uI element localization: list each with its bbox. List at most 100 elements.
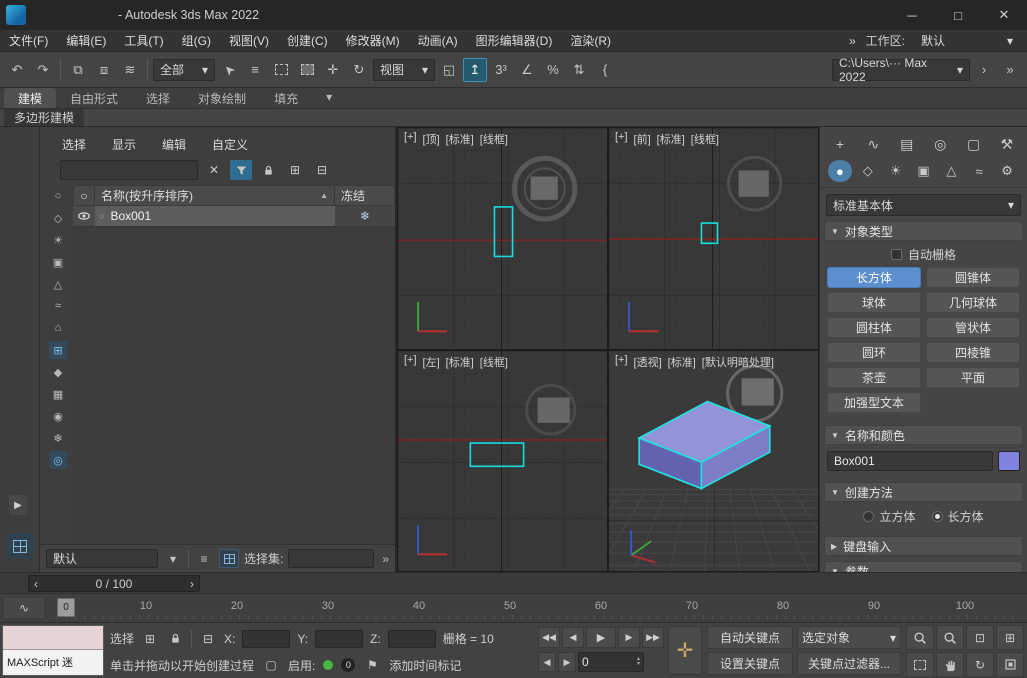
menu-overflow-icon[interactable]: » [849, 34, 856, 48]
reference-coordinate-dropdown[interactable]: 视图 ▾ [373, 59, 435, 81]
viewport-menu-renderer[interactable]: [标准] [446, 131, 474, 147]
key-filters-button[interactable]: 关键点过滤器... [797, 652, 901, 675]
explorer-menu-display[interactable]: 显示 [112, 136, 136, 153]
filter-lights-icon[interactable]: ☀ [49, 231, 67, 249]
rollout-keyboard-entry[interactable]: ▶ 键盘输入 [824, 536, 1023, 556]
menu-edit[interactable]: 编辑(E) [57, 30, 115, 52]
window-crossing-toggle[interactable] [295, 58, 319, 82]
viewport-front-canvas[interactable] [609, 128, 818, 349]
torus-button[interactable]: 圆环 [827, 342, 921, 363]
sphere-button[interactable]: 球体 [827, 292, 921, 313]
filter-groups-icon[interactable]: ⌂ [49, 319, 67, 337]
filter-bones-icon[interactable]: ◆ [49, 363, 67, 381]
viewport-left-canvas[interactable] [398, 351, 607, 572]
maxscript-mini-listener[interactable]: MAXScript 迷 [2, 625, 104, 676]
current-frame-field[interactable]: 0 ▴ ▾ [578, 652, 644, 672]
zoom-all-button[interactable] [936, 625, 964, 650]
z-coordinate-field[interactable] [388, 630, 436, 648]
menu-file[interactable]: 文件(F) [0, 30, 57, 52]
orbit-button[interactable]: ↻ [966, 652, 994, 677]
viewport-perspective[interactable]: [+] [透视] [标准] [默认明暗处理] [609, 351, 818, 572]
go-to-end-button[interactable]: ▶▶ [642, 627, 664, 648]
shapes-category-icon[interactable]: ◇ [856, 160, 880, 182]
layer-manager-icon[interactable]: ≡ [194, 549, 214, 568]
tube-button[interactable]: 管状体 [926, 317, 1020, 338]
menu-animation[interactable]: 动画(A) [409, 30, 467, 52]
snap-toggle-3d-button[interactable]: 3³ [489, 58, 513, 82]
range-prev-icon[interactable]: ‹ [34, 577, 38, 591]
percent-snap-button[interactable]: % [541, 58, 565, 82]
pick-parent-icon[interactable]: ⊞ [284, 160, 306, 180]
key-mode-toggle-button[interactable]: ✛ [668, 626, 702, 675]
ribbon-tab-freeform[interactable]: 自由形式 [56, 88, 132, 108]
frame-range-field[interactable]: ‹ 0 / 100 › [28, 575, 200, 592]
next-frame-button[interactable]: ▶ [618, 627, 640, 648]
pyramid-button[interactable]: 四棱锥 [926, 342, 1020, 363]
add-time-tag[interactable]: 添加时间标记 [389, 657, 461, 674]
menu-create[interactable]: 创建(C) [278, 30, 337, 52]
zoom-button[interactable] [906, 625, 934, 650]
filter-materials-icon[interactable]: ◉ [49, 407, 67, 425]
previous-key-button[interactable]: ◀ [538, 652, 556, 672]
filter-shapes-icon[interactable]: ◇ [49, 209, 67, 227]
rollout-creation-method[interactable]: ▼ 创建方法 [824, 482, 1023, 502]
toggle-hidden-icon[interactable]: ◎ [49, 451, 67, 469]
object-color-swatch[interactable] [998, 451, 1020, 471]
frozen-toggle-cell[interactable]: ❄ [335, 206, 395, 227]
spacewarps-category-icon[interactable]: ≈ [967, 160, 991, 182]
viewport-menu-renderer[interactable]: [标准] [657, 131, 685, 147]
zoom-extents-button[interactable]: ⊡ [966, 625, 994, 650]
enabled-status-dot[interactable] [323, 660, 333, 670]
modify-tab-icon[interactable]: ∿ [861, 133, 885, 155]
expand-panel-button[interactable]: ▶ [9, 495, 27, 515]
column-header-name[interactable]: 名称(按升序排序) ▲ [95, 185, 335, 206]
viewport-top-canvas[interactable] [398, 128, 607, 349]
viewport-menu-pov[interactable]: [左] [423, 354, 440, 370]
selected-objects-dropdown[interactable]: 选定对象 ▾ [797, 626, 901, 649]
range-next-icon[interactable]: › [190, 577, 194, 591]
viewport-menu-general[interactable]: [+] [615, 354, 628, 370]
angle-snap-button[interactable]: ∠ [515, 58, 539, 82]
cube-radio[interactable] [863, 511, 874, 522]
isolate-grid-icon[interactable] [219, 549, 239, 568]
object-row-name[interactable]: ○ Box001 [95, 206, 335, 227]
filter-objects-icon[interactable]: ○ [49, 187, 67, 205]
box-radio-option[interactable]: 长方体 [932, 508, 984, 525]
select-and-rotate-button[interactable]: ↻ [347, 58, 371, 82]
zoom-extents-all-button[interactable]: ⊞ [996, 625, 1024, 650]
pan-button[interactable] [936, 652, 964, 677]
viewport-menu-shading[interactable]: [线框] [691, 131, 719, 147]
object-name-input[interactable]: Box001 [827, 451, 993, 471]
rollout-parameters[interactable]: ▼ 参数 [824, 561, 1023, 572]
lock-explorer-icon[interactable] [257, 160, 279, 180]
rollout-name-and-color[interactable]: ▼ 名称和颜色 [824, 425, 1023, 445]
helpers-category-icon[interactable]: △ [939, 160, 963, 182]
time-tag-icon[interactable]: ⚑ [363, 656, 381, 674]
selection-filter-dropdown[interactable]: 全部 ▾ [153, 59, 215, 81]
ribbon-tab-populate[interactable]: 填充 [260, 88, 312, 108]
viewport-menu-general[interactable]: [+] [404, 131, 417, 147]
toolbar-next-icon[interactable]: › [972, 58, 996, 82]
selection-brackets-icon[interactable]: ⊞ [141, 630, 159, 648]
clear-search-icon[interactable]: ✕ [203, 160, 225, 180]
systems-category-icon[interactable]: ⚙ [995, 160, 1019, 182]
time-slider-handle[interactable]: 0 [57, 598, 75, 617]
workspace-dropdown[interactable]: 默认 ▾ [915, 32, 1019, 50]
filter-spacewarps-icon[interactable]: ≈ [49, 297, 67, 315]
mini-curve-editor-button[interactable]: ∿ [4, 598, 44, 618]
rollout-object-type[interactable]: ▼ 对象类型 [824, 221, 1023, 241]
create-tab-icon[interactable]: + [828, 133, 852, 155]
adaptive-degradation-icon[interactable]: ▢ [262, 656, 280, 674]
viewport-front[interactable]: [+] [前] [标准] [线框] [609, 128, 818, 349]
viewport-menu-general[interactable]: [+] [404, 354, 417, 370]
app-logo-icon[interactable] [6, 5, 26, 25]
column-header-frozen[interactable]: 冻结 [335, 185, 395, 206]
viewport-menu-pov[interactable]: [前] [634, 131, 651, 147]
maximize-button[interactable]: □ [935, 0, 981, 30]
menu-graph-editors[interactable]: 图形编辑器(D) [467, 30, 562, 52]
column-header-visibility[interactable]: ○ [73, 185, 95, 206]
menu-modifiers[interactable]: 修改器(M) [337, 30, 409, 52]
toggle-frozen-icon[interactable]: ❄ [49, 429, 67, 447]
next-key-button[interactable]: ▶ [558, 652, 576, 672]
cameras-category-icon[interactable]: ▣ [912, 160, 936, 182]
